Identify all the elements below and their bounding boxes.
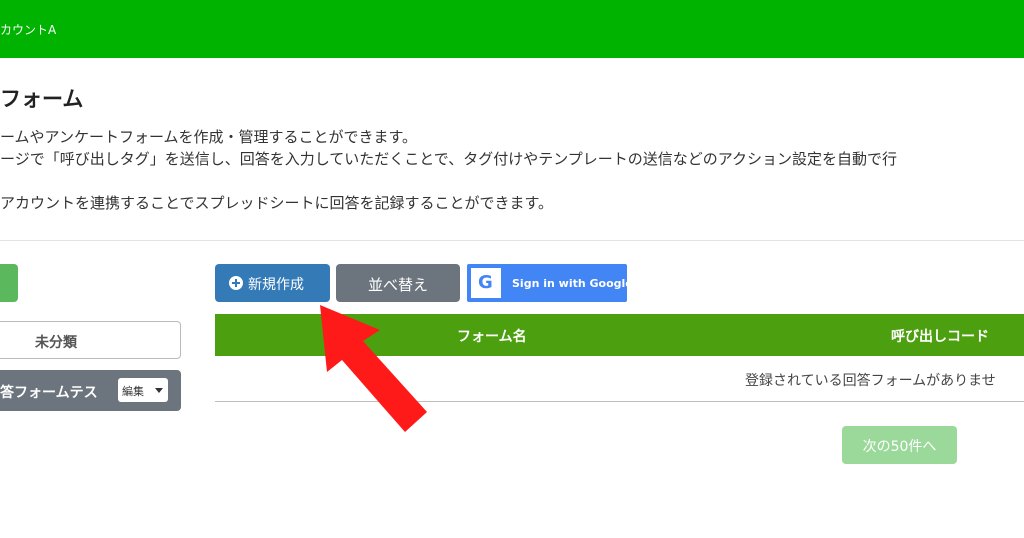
google-logo-icon: G	[471, 268, 501, 298]
new-form-label: 新規作成	[248, 277, 304, 293]
empty-message: 登録されている回答フォームがありませ	[745, 373, 996, 389]
page-description-line: アカウントを連携することでスプレッドシートに回答を記録することができます。	[0, 194, 554, 212]
google-signin-label: Sign in with Google	[512, 277, 633, 290]
sort-label: 並べ替え	[367, 276, 428, 294]
category-label: 未分類	[35, 335, 77, 351]
google-letter: G	[478, 272, 493, 293]
annotation-arrow-shape	[320, 305, 427, 432]
new-form-button[interactable]: 新規作成	[215, 264, 330, 302]
annotation-arrow-icon	[320, 305, 427, 432]
category-item-selected[interactable]: 答フォームテス 編集	[0, 370, 181, 411]
caret-down-icon	[155, 388, 163, 393]
next-page-label: 次の50件へ	[862, 439, 937, 455]
column-header-form-name: フォーム名	[457, 329, 527, 345]
page-description-line: ームやアンケートフォームを作成・管理することができます。	[0, 128, 418, 146]
category-edit-dropdown[interactable]: 編集	[118, 378, 168, 402]
google-signin-button[interactable]: G Sign in with Google	[467, 264, 633, 302]
top-header-bar: カウントA	[0, 0, 1024, 58]
category-label: 答フォームテス	[0, 385, 98, 401]
column-header-call-code: 呼び出しコード	[891, 329, 989, 345]
account-name[interactable]: カウントA	[0, 21, 56, 38]
next-page-button[interactable]: 次の50件へ	[842, 426, 957, 464]
page-title: フォーム	[0, 87, 84, 111]
add-category-button[interactable]	[0, 264, 18, 302]
edit-label: 編集	[122, 385, 144, 398]
plus-circle-icon	[229, 276, 243, 290]
section-divider	[0, 240, 1024, 241]
page-description-line: ージで「呼び出しタグ」を送信し、回答を入力していただくことで、タグ付けやテンプレ…	[0, 150, 898, 168]
sort-button[interactable]: 並べ替え	[336, 264, 460, 302]
category-item-uncategorized[interactable]: 未分類	[0, 321, 181, 359]
